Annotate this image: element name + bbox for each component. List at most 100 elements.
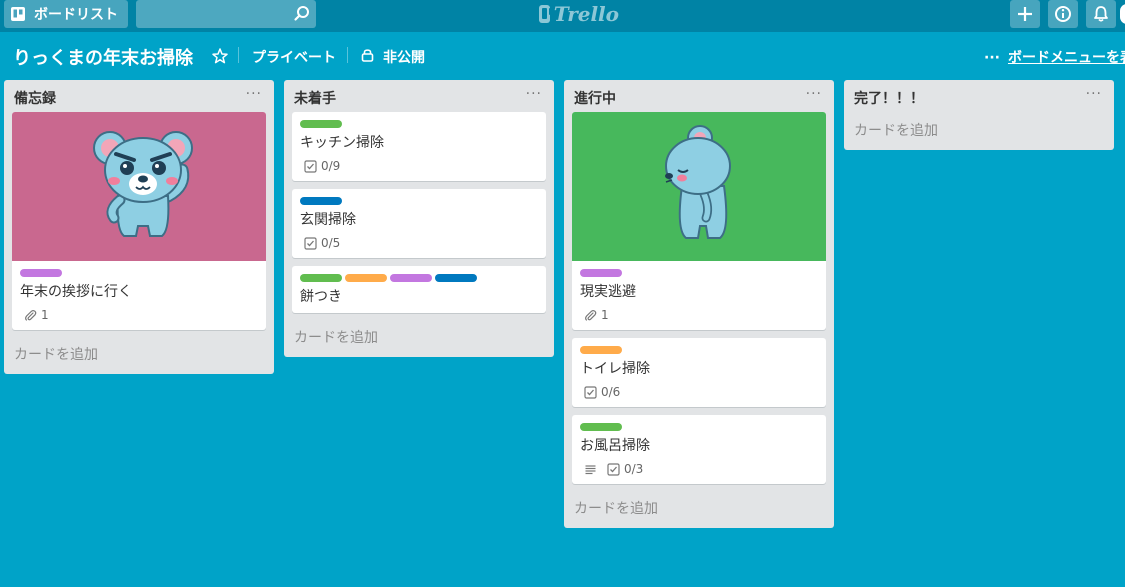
header-divider (347, 47, 348, 63)
list-header: 未着手 ··· (284, 80, 554, 112)
trello-logo-text: Trello (553, 2, 619, 26)
header-divider (238, 47, 239, 63)
add-card-button[interactable]: カードを追加 (284, 321, 554, 357)
checklist-count: 0/3 (624, 462, 644, 476)
checklist-badge: 0/3 (607, 462, 643, 476)
list-menu-icon[interactable]: ··· (806, 86, 822, 102)
card-labels (580, 423, 818, 431)
member-avatar[interactable] (1120, 4, 1125, 24)
list-title[interactable]: 備忘録 (14, 91, 56, 107)
privacy-button[interactable]: 非公開 (383, 47, 425, 67)
label-green (580, 423, 622, 431)
label-purple (580, 269, 622, 277)
list-header: 進行中 ··· (564, 80, 834, 112)
add-card-button[interactable]: カードを追加 (844, 112, 1114, 150)
team-visibility-button[interactable]: プライベート (252, 47, 336, 67)
search-icon[interactable] (292, 4, 312, 24)
card-title: 玄関掃除 (300, 212, 356, 228)
list-title[interactable]: 未着手 (294, 91, 336, 107)
list-menu-icon[interactable]: ··· (526, 86, 542, 102)
show-menu-button[interactable]: ··· ボードメニューを表示 (984, 47, 1125, 67)
card-title: キッチン掃除 (300, 135, 384, 151)
paperclip-icon (585, 309, 597, 321)
card-title: トイレ掃除 (580, 361, 650, 377)
add-card-button[interactable]: カードを追加 (4, 338, 274, 374)
label-orange (345, 274, 387, 282)
star-icon[interactable] (211, 47, 229, 65)
add-card-button[interactable]: カードを追加 (564, 492, 834, 528)
info-icon (1055, 6, 1071, 22)
list-michakushu: 未着手 ··· キッチン掃除 0/9 玄関掃除 0/5 餅つき カードを追加 (284, 80, 554, 357)
list-header: 完了！！！ ··· (844, 80, 1114, 112)
label-green (300, 274, 342, 282)
bear-sticker-image (93, 131, 193, 237)
list-menu-icon[interactable]: ··· (246, 86, 262, 102)
plus-icon (1018, 7, 1032, 21)
card[interactable]: 現実逃避 1 (572, 112, 826, 330)
card[interactable]: 玄関掃除 0/5 (292, 189, 546, 258)
trello-logo-icon (539, 5, 554, 23)
more-icon: ··· (984, 50, 1000, 66)
description-icon (585, 464, 596, 474)
list-kanryo: 完了！！！ ··· カードを追加 (844, 80, 1114, 150)
checklist-icon (607, 462, 620, 476)
list-header: 備忘録 ··· (4, 80, 274, 112)
card-badges: 1 (580, 306, 818, 324)
list-title[interactable]: 進行中 (574, 91, 616, 107)
boards-button-label: ボードリスト (34, 7, 118, 23)
label-purple (390, 274, 432, 282)
attachment-badge: 1 (584, 308, 609, 322)
card-cover (572, 112, 826, 261)
checklist-count: 0/5 (321, 236, 341, 250)
search-input[interactable] (136, 0, 316, 28)
trello-logo[interactable]: Trello (539, 2, 619, 26)
checklist-badge: 0/5 (304, 236, 340, 250)
card-title: お風呂掃除 (580, 438, 650, 454)
description-badge (584, 463, 597, 476)
card[interactable]: キッチン掃除 0/9 (292, 112, 546, 181)
checklist-badge: 0/9 (304, 159, 340, 173)
create-button[interactable] (1010, 0, 1040, 28)
checklist-icon (304, 159, 317, 173)
card[interactable]: 年末の挨拶に行く 1 (12, 112, 266, 330)
label-orange (580, 346, 622, 354)
notifications-button[interactable] (1086, 0, 1116, 28)
card-badges: 0/3 (580, 460, 818, 478)
card-title: 年末の挨拶に行く (20, 284, 132, 300)
bell-icon (1094, 6, 1108, 22)
card-labels (580, 346, 818, 354)
attachment-count: 1 (41, 308, 49, 322)
list-menu-icon[interactable]: ··· (1086, 86, 1102, 102)
card-badges: 1 (20, 306, 258, 324)
paperclip-icon (25, 309, 37, 321)
card[interactable]: トイレ掃除 0/6 (572, 338, 826, 407)
board-icon (11, 7, 25, 21)
lock-icon (361, 49, 374, 62)
label-blue (300, 197, 342, 205)
board-title[interactable]: りっくまの年末お掃除 (13, 44, 193, 70)
card-badges: 0/5 (300, 234, 538, 252)
info-button[interactable] (1048, 0, 1078, 28)
show-menu-label: ボードメニューを表示 (1007, 50, 1125, 66)
card[interactable]: お風呂掃除 0/3 (572, 415, 826, 484)
card-title: 現実逃避 (580, 284, 636, 300)
card-body: 年末の挨拶に行く 1 (12, 261, 266, 330)
card-labels (300, 197, 538, 205)
checklist-icon (304, 236, 317, 250)
card[interactable]: 餅つき (292, 266, 546, 313)
list-biboroku: 備忘録 ··· 年末の挨拶に行く 1 カードを追加 (4, 80, 274, 374)
list-shinkochu: 進行中 ··· 現実逃避 1 トイレ掃除 0/6 お風呂掃除 0/3 カードを追… (564, 80, 834, 528)
card-cover (12, 112, 266, 261)
checklist-count: 0/6 (601, 385, 621, 399)
checklist-count: 0/9 (321, 159, 341, 173)
card-labels (300, 120, 538, 128)
boards-button[interactable]: ボードリスト (4, 0, 128, 28)
label-green (300, 120, 342, 128)
card-labels (580, 269, 818, 277)
attachment-badge: 1 (24, 308, 49, 322)
list-title[interactable]: 完了！！！ (854, 91, 924, 107)
checklist-badge: 0/6 (584, 385, 620, 399)
card-labels (300, 274, 538, 282)
card-title: 餅つき (300, 289, 342, 305)
attachment-count: 1 (601, 308, 609, 322)
